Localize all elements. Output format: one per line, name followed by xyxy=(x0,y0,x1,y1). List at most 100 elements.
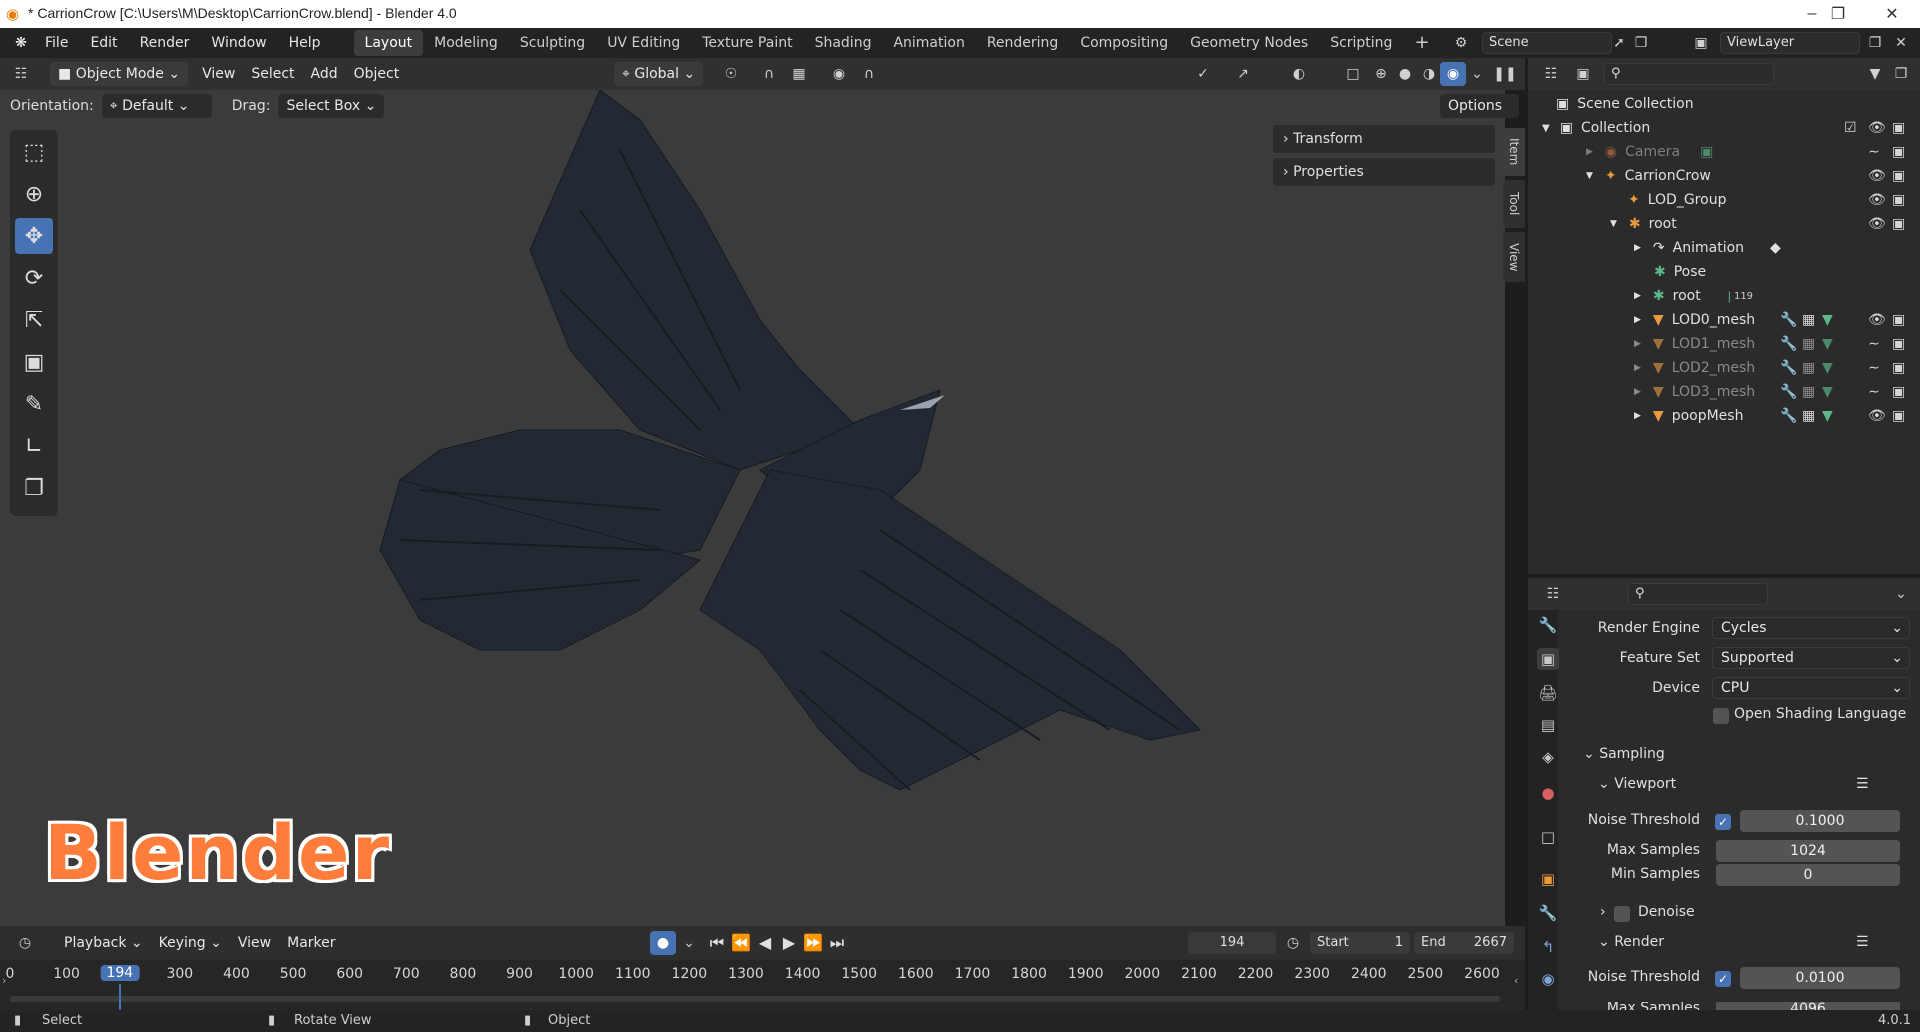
presets-icon[interactable]: ☰ xyxy=(1856,776,1869,792)
osl-checkbox[interactable] xyxy=(1713,708,1729,724)
options-dropdown[interactable]: Options ⌄ xyxy=(1440,94,1519,138)
blender-menu-icon[interactable]: ❋ xyxy=(8,31,34,55)
tab-animation[interactable]: Animation xyxy=(882,30,975,56)
camera-render-icon[interactable]: ▣ xyxy=(1892,120,1905,136)
render-max-samples-field[interactable]: 4096 xyxy=(1716,1002,1900,1010)
drag-dropdown[interactable]: Select Box ⌄ xyxy=(278,94,385,118)
start-frame-field[interactable]: Start 1 xyxy=(1310,932,1410,954)
pause-render-icon[interactable]: ❚❚ xyxy=(1492,62,1518,86)
eye-closed-icon[interactable]: ∼ xyxy=(1868,360,1880,376)
outliner-row-animation[interactable]: ▶ ↷ Animation ◆ xyxy=(1528,236,1920,260)
select-box-tool[interactable]: ⬚ xyxy=(15,134,53,170)
render-engine-dropdown[interactable]: Cycles ⌄ xyxy=(1712,617,1910,639)
viewport-max-samples-field[interactable]: 1024 xyxy=(1716,840,1900,862)
marker-menu[interactable]: Marker xyxy=(279,935,343,951)
view-layer-tab-icon[interactable]: ▤ xyxy=(1537,714,1559,736)
viewport-min-samples-field[interactable]: 0 xyxy=(1716,864,1900,886)
tab-tool[interactable]: Tool xyxy=(1503,180,1525,228)
tab-compositing[interactable]: Compositing xyxy=(1069,30,1179,56)
feature-set-dropdown[interactable]: Supported ⌄ xyxy=(1712,647,1910,669)
eye-icon[interactable]: 👁 xyxy=(1868,408,1886,424)
menu-edit[interactable]: Edit xyxy=(79,28,128,58)
next-keyframe-icon[interactable]: ⏩ xyxy=(802,933,824,952)
outliner-row-poopmesh[interactable]: ▶ ▼ poopMesh 🔧 ▦ ▼ 👁 ▣ xyxy=(1528,404,1920,428)
camera-render-icon[interactable]: ▣ xyxy=(1892,360,1905,376)
new-collection-icon[interactable]: ❐ xyxy=(1888,62,1914,86)
menu-render[interactable]: Render xyxy=(129,28,201,58)
eye-closed-icon[interactable]: ∼ xyxy=(1868,384,1880,400)
keying-menu[interactable]: Keying ⌄ xyxy=(151,935,230,951)
shading-options-icon[interactable]: ⌄ xyxy=(1464,62,1490,86)
world-tab-icon[interactable]: ● xyxy=(1537,782,1559,804)
tab-sculpting[interactable]: Sculpting xyxy=(509,30,596,56)
eye-icon[interactable]: 👁 xyxy=(1868,312,1886,328)
menu-help[interactable]: Help xyxy=(278,28,332,58)
frame-ruler[interactable]: 0 100 194 300 400 500 600 700 800 900 1000 1100 1200… xyxy=(0,960,1505,988)
move-tool[interactable]: ✥ xyxy=(15,218,53,254)
3d-viewport[interactable]: Blender xyxy=(0,90,1505,926)
viewport-noise-threshold-checkbox[interactable]: ✓ xyxy=(1715,814,1731,830)
outliner-search-input[interactable]: ⚲ xyxy=(1604,63,1774,85)
timeline[interactable]: 0 100 194 300 400 500 600 700 800 900 1000 1100 1200… xyxy=(0,960,1525,1010)
particles-tab-icon[interactable]: ↰ xyxy=(1537,936,1559,958)
device-dropdown[interactable]: CPU ⌄ xyxy=(1712,677,1910,699)
outliner-row-camera[interactable]: ▶ ◉ Camera ▣ ∼ ▣ xyxy=(1528,140,1920,164)
rendered-shading-icon[interactable]: ◉ xyxy=(1440,62,1466,86)
render-noise-threshold-field[interactable]: 0.0100 xyxy=(1740,967,1900,989)
maximize-button[interactable]: ❐ xyxy=(1808,0,1868,28)
camera-render-icon[interactable]: ▣ xyxy=(1892,384,1905,400)
denoise-checkbox[interactable] xyxy=(1614,906,1630,922)
rotate-tool[interactable]: ⟳ xyxy=(15,260,53,296)
eye-closed-icon[interactable]: ∼ xyxy=(1868,144,1880,160)
snap-target-icon[interactable]: ▦ xyxy=(786,62,812,86)
menu-window[interactable]: Window xyxy=(200,28,277,58)
measure-tool[interactable]: ∟ xyxy=(15,428,53,464)
wireframe-shading-icon[interactable]: ⊕ xyxy=(1368,62,1394,86)
scene-collection-row[interactable]: ▣ Scene Collection xyxy=(1528,92,1920,116)
editor-type-icon[interactable]: ☷ xyxy=(1538,62,1564,86)
overlay-icon[interactable]: ◐ xyxy=(1286,62,1312,86)
camera-render-icon[interactable]: ▣ xyxy=(1892,336,1905,352)
outliner-row-lod1-mesh[interactable]: ▶ ▼ LOD1_mesh 🔧 ▦ ▼ ∼ ▣ xyxy=(1528,332,1920,356)
tab-texture-paint[interactable]: Texture Paint xyxy=(691,30,803,56)
menu-file[interactable]: File xyxy=(34,28,79,58)
view-layer-field[interactable]: ViewLayer xyxy=(1720,32,1860,54)
camera-render-icon[interactable]: ▣ xyxy=(1892,144,1905,160)
tab-layout[interactable]: Layout xyxy=(353,30,424,56)
new-view-layer-icon[interactable]: ❐ xyxy=(1862,31,1888,55)
proportional-editing-icon[interactable]: ◉ xyxy=(826,62,852,86)
collection-tab-icon[interactable]: □ xyxy=(1537,826,1559,848)
jump-end-icon[interactable]: ⏭ xyxy=(826,933,848,953)
gizmo-icon[interactable]: ↗ xyxy=(1230,62,1256,86)
play-reverse-icon[interactable]: ◀ xyxy=(754,933,776,952)
tab-scripting[interactable]: Scripting xyxy=(1319,30,1403,56)
eye-closed-icon[interactable]: ∼ xyxy=(1868,336,1880,352)
object-tab-icon[interactable]: ▣ xyxy=(1537,868,1559,890)
eye-icon[interactable]: 👁 xyxy=(1868,168,1886,184)
modifier-tab-icon[interactable]: 🔧 xyxy=(1537,902,1559,924)
camera-render-icon[interactable]: ▣ xyxy=(1892,312,1905,328)
record-options-icon[interactable]: ⌄ xyxy=(676,931,702,955)
transform-panel-header[interactable]: › Transform xyxy=(1273,125,1495,153)
pivot-point-icon[interactable]: ☉ xyxy=(718,62,744,86)
properties-search-input[interactable]: ⚲ xyxy=(1628,583,1768,605)
output-tab-icon[interactable]: 🖨 xyxy=(1537,682,1559,704)
tab-shading[interactable]: Shading xyxy=(804,30,883,56)
checkbox-icon[interactable]: ☑ xyxy=(1844,120,1857,136)
view-layer-icon[interactable]: ▣ xyxy=(1688,31,1714,55)
menu-add[interactable]: Add xyxy=(303,66,346,82)
menu-select[interactable]: Select xyxy=(243,66,302,82)
outliner-row-lod-group[interactable]: ✦ LOD_Group 👁 ▣ xyxy=(1528,188,1920,212)
camera-render-icon[interactable]: ▣ xyxy=(1892,192,1905,208)
sampling-section-header[interactable]: ⌄ Sampling xyxy=(1583,746,1665,762)
outliner-row-root[interactable]: ▼ ✱ root 👁 ▣ xyxy=(1528,212,1920,236)
timeline-view-menu[interactable]: View xyxy=(230,935,279,951)
object-mode-dropdown[interactable]: ■ Object Mode ⌄ xyxy=(50,62,189,86)
snap-icon[interactable]: ∩ xyxy=(756,62,782,86)
camera-render-icon[interactable]: ▣ xyxy=(1892,168,1905,184)
viewport-subsection-header[interactable]: ⌄ Viewport xyxy=(1598,776,1676,792)
add-cube-tool[interactable]: ❐ xyxy=(15,470,53,506)
tab-geometry-nodes[interactable]: Geometry Nodes xyxy=(1179,30,1319,56)
jump-start-icon[interactable]: ⏮ xyxy=(706,933,728,953)
render-tab-icon[interactable]: ▣ xyxy=(1537,648,1559,670)
